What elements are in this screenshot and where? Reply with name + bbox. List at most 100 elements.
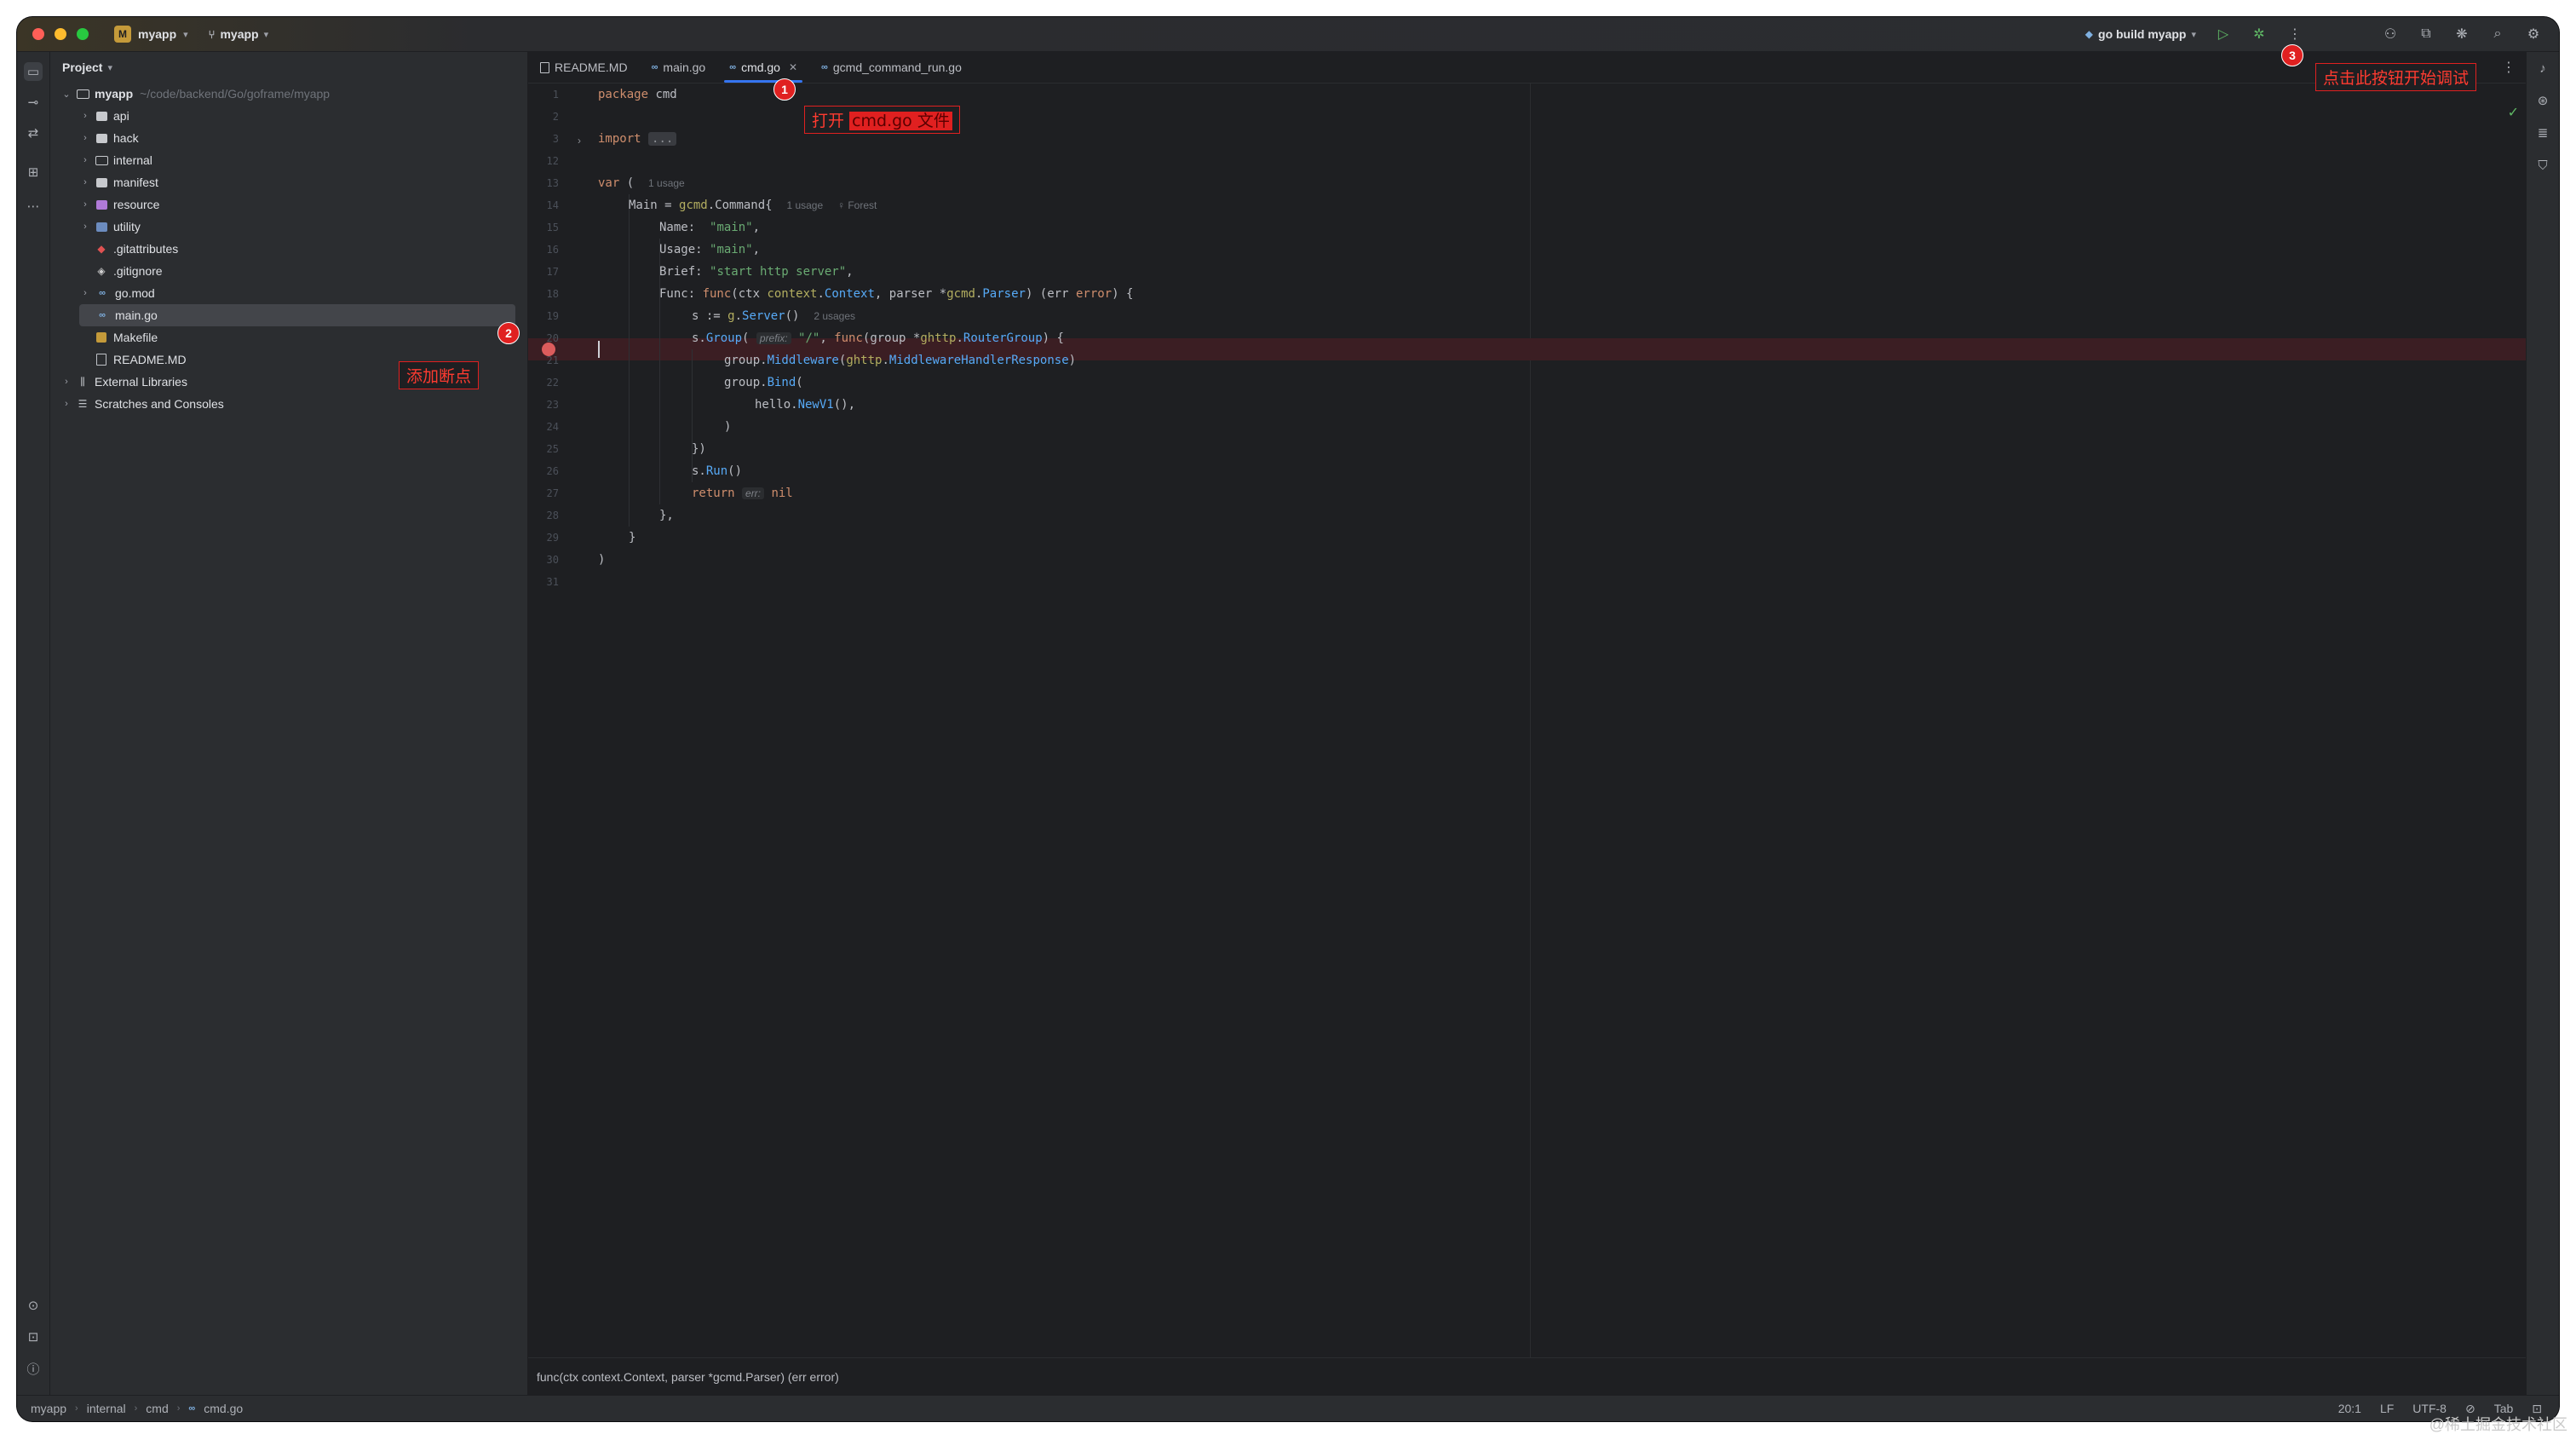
tab-main-go[interactable]: ∞ main.go: [640, 52, 718, 83]
line-number: 22: [546, 377, 559, 389]
maximize-window-button[interactable]: [77, 28, 89, 40]
run-config-selector[interactable]: ◆ go build myapp ▾: [2085, 27, 2196, 41]
ai-assistant-icon[interactable]: ❋: [2453, 26, 2470, 43]
title-bar: M myapp ▾ ⑂ myapp ▾ ◆ go build myapp ▾ ▷…: [17, 17, 2559, 52]
chevron-right-icon[interactable]: ›: [60, 399, 72, 409]
more-actions-icon[interactable]: ⋮: [2286, 26, 2303, 43]
line-number: 26: [546, 465, 559, 477]
tree-item-internal[interactable]: › internal: [79, 149, 519, 171]
tree-item-main-go[interactable]: ∞ main.go: [79, 304, 515, 326]
editor-gutter[interactable]: 1 2 3 12 13 14 15 16 17 18 19 20 21 22 2…: [528, 84, 588, 1358]
close-tab-icon[interactable]: ✕: [789, 61, 797, 73]
chevron-right-icon[interactable]: ›: [79, 199, 91, 210]
line-number: 21: [546, 354, 559, 366]
annotation-open-file: 打开 cmd.go 文件: [804, 106, 960, 134]
line-number: 13: [546, 177, 559, 189]
line-separator[interactable]: LF: [2380, 1402, 2394, 1415]
tab-cmd-go[interactable]: ∞ cmd.go ✕: [717, 52, 809, 83]
cursor-position[interactable]: 20:1: [2338, 1402, 2361, 1415]
code-editor[interactable]: 1 2 3 12 13 14 15 16 17 18 19 20 21 22 2…: [528, 84, 2526, 1358]
annotation-click-debug: 点击此按钮开始调试: [2315, 63, 2477, 91]
chevron-right-icon[interactable]: ›: [60, 377, 72, 387]
tree-item-root[interactable]: ⌄ myapp ~/code/backend/Go/goframe/myapp: [60, 83, 519, 105]
chevron-right-icon: ›: [75, 1403, 78, 1414]
breakpoint-icon[interactable]: [542, 343, 555, 356]
code-line-30: ): [598, 553, 606, 567]
tab-gcmd-command-run[interactable]: ∞ gcmd_command_run.go: [809, 52, 974, 83]
line-number: 25: [546, 443, 559, 455]
signature-hint-bar: func(ctx context.Context, parser *gcmd.P…: [528, 1357, 2526, 1396]
tree-item-utility[interactable]: › utility: [79, 216, 519, 238]
author-hint[interactable]: ♀ Forest: [837, 199, 877, 211]
return-inlay-hint: err:: [742, 487, 765, 499]
tree-item-manifest[interactable]: › manifest: [79, 171, 519, 193]
breadcrumb-item[interactable]: cmd.go: [204, 1402, 243, 1415]
tree-item-makefile[interactable]: Makefile: [91, 326, 519, 348]
run-icon[interactable]: ▷: [2215, 26, 2232, 43]
annotation-number-2: 2: [497, 322, 520, 344]
chevron-right-icon[interactable]: ›: [79, 155, 91, 165]
tab-label: gcmd_command_run.go: [832, 60, 962, 74]
line-number: 31: [546, 576, 559, 588]
close-window-button[interactable]: [32, 28, 44, 40]
ai-assistant-icon[interactable]: ⊛: [2533, 91, 2552, 110]
chevron-right-icon[interactable]: ›: [79, 111, 91, 121]
project-selector[interactable]: M myapp ▾: [114, 26, 188, 43]
more-tools-icon[interactable]: ⋯: [24, 197, 43, 216]
chevron-right-icon[interactable]: ›: [79, 133, 91, 143]
usage-hint[interactable]: 1 usage: [648, 177, 685, 189]
tree-item-gitignore[interactable]: ◈ .gitignore: [91, 260, 519, 282]
search-icon[interactable]: ⌕: [2489, 26, 2506, 43]
project-badge: M: [114, 26, 131, 43]
line-number: 3: [552, 133, 559, 145]
chevron-down-icon[interactable]: ⌄: [60, 89, 72, 100]
chevron-right-icon[interactable]: ›: [79, 222, 91, 232]
project-tool-icon[interactable]: ▭: [24, 62, 43, 81]
commit-tool-icon[interactable]: ⊸: [24, 93, 43, 112]
library-icon: ⫼: [80, 375, 85, 388]
code-line-16: Usage: "main",: [659, 243, 761, 256]
tree-item-go-mod[interactable]: › ∞ go.mod: [79, 282, 519, 304]
project-panel-header[interactable]: Project ▾: [50, 52, 527, 83]
no-problems-check-icon[interactable]: ✓: [2508, 104, 2519, 121]
usage-hint[interactable]: 2 usages: [814, 310, 855, 322]
pull-requests-icon[interactable]: ⇄: [24, 124, 43, 142]
tab-readme[interactable]: README.MD: [528, 52, 640, 83]
code-with-me-icon[interactable]: ⧉: [2418, 26, 2435, 43]
run-config-name: go build myapp: [2098, 27, 2187, 41]
code-line-29: }: [629, 531, 636, 544]
minimize-window-button[interactable]: [55, 28, 66, 40]
tab-options-icon[interactable]: ⋮: [2502, 59, 2516, 76]
terminal-icon[interactable]: ⊡: [24, 1328, 43, 1346]
database-icon[interactable]: ≣: [2533, 124, 2552, 142]
debug-icon[interactable]: ✲: [2251, 26, 2268, 43]
breadcrumb-item[interactable]: internal: [87, 1402, 126, 1415]
chevron-right-icon[interactable]: ›: [79, 288, 91, 298]
ide-window: M myapp ▾ ⑂ myapp ▾ ◆ go build myapp ▾ ▷…: [17, 17, 2559, 1421]
breadcrumb-item[interactable]: cmd: [146, 1402, 168, 1415]
account-icon[interactable]: ⚇: [2382, 26, 2399, 43]
tree-item-scratches[interactable]: › ☰ Scratches and Consoles: [60, 393, 519, 415]
shield-icon[interactable]: ⛉: [2533, 156, 2552, 175]
line-number: 19: [546, 310, 559, 322]
fold-expand-icon[interactable]: ›: [578, 135, 581, 147]
structure-tool-icon[interactable]: ⊞: [24, 163, 43, 181]
project-name: myapp: [138, 27, 177, 41]
branch-selector[interactable]: ⑂ myapp ▾: [209, 27, 268, 41]
problems-icon[interactable]: ⓘ: [24, 1359, 43, 1378]
folded-imports[interactable]: ...: [648, 132, 677, 146]
breadcrumb-item[interactable]: myapp: [31, 1402, 66, 1415]
tree-item-api[interactable]: › api: [79, 105, 519, 127]
code-area[interactable]: package cmd import ... var ( 1 usage Mai…: [598, 84, 2526, 1358]
tree-item-resource[interactable]: › resource: [79, 193, 519, 216]
go-file-icon: ∞: [99, 288, 106, 298]
notifications-icon[interactable]: ♪: [2533, 59, 2552, 78]
services-icon[interactable]: ⊙: [24, 1296, 43, 1315]
settings-icon[interactable]: ⚙: [2525, 26, 2542, 43]
line-number: 28: [546, 510, 559, 521]
tree-item-gitattributes[interactable]: ◆ .gitattributes: [91, 238, 519, 260]
tree-item-hack[interactable]: › hack: [79, 127, 519, 149]
usage-hint[interactable]: 1 usage: [786, 199, 823, 211]
folder-icon: [95, 155, 108, 165]
chevron-right-icon[interactable]: ›: [79, 177, 91, 187]
